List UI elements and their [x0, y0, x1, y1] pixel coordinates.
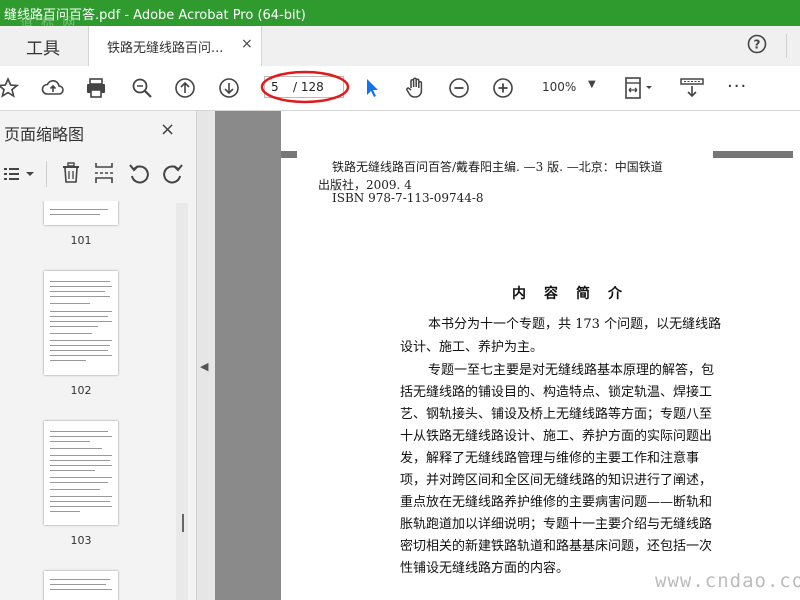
- body-line: 发，解释了无缝线路管理与维修的主要工作和注意事: [400, 451, 700, 466]
- body-line: 密切相关的新建铁路轨道和路基基床问题，还包括一次: [400, 539, 713, 554]
- body-line: 艺、钢轨接头、铺设及桥上无缝线路等方面；专题八至: [400, 407, 713, 422]
- collapse-panel-icon[interactable]: ◀: [200, 360, 208, 373]
- panel-title: 页面缩略图: [4, 125, 85, 144]
- rotate-cw-icon[interactable]: [161, 161, 185, 185]
- zoom-in-icon[interactable]: [491, 76, 515, 100]
- options-menu-icon[interactable]: [2, 163, 36, 185]
- red-annotation-ellipse: [260, 70, 350, 104]
- fit-page-icon[interactable]: [622, 76, 656, 100]
- chevron-down-icon: ▼: [588, 79, 596, 90]
- body-line: 重点放在无缝线路养护维修的主要病害问题——断轨和: [400, 495, 713, 510]
- panel-splitter[interactable]: [197, 111, 215, 600]
- main-toolbar: 5 / 128 100% ▼ ···: [0, 66, 800, 111]
- zoom-level-select[interactable]: 100% ▼: [530, 76, 606, 100]
- tab-document-label: 铁路无缝线路百问...: [107, 41, 224, 56]
- print-icon[interactable]: [84, 76, 108, 100]
- body-line: 性铺设无缝线路方面的内容。: [400, 561, 570, 576]
- thumbnail-page-number: 103: [70, 534, 92, 547]
- body-line: 本书分为十一个专题，共 173 个问题，以无缝线路: [428, 317, 722, 332]
- zoom-search-icon[interactable]: [130, 76, 154, 100]
- more-tools-button[interactable]: ···: [727, 76, 747, 97]
- page-thumbnail[interactable]: [44, 201, 118, 225]
- site-watermark-url: www.cndao.com: [655, 570, 800, 592]
- delete-icon[interactable]: [59, 161, 83, 185]
- tabbar-divider: [786, 34, 787, 58]
- page-down-icon[interactable]: [217, 76, 241, 100]
- body-line: 项，并对跨区间和全区间无缝线路的知识进行了阐述，: [400, 473, 713, 488]
- body-line: 胀轨跑道加以详细说明；专题十一主要介绍与无缝线路: [400, 517, 713, 532]
- svg-text:?: ?: [754, 38, 761, 52]
- thumbnail-page-number: 101: [70, 234, 92, 247]
- cip-line: 铁路无缝线路百问百答/戴春阳主编. —3 版. —北京：中国铁道: [332, 160, 663, 174]
- body-line: 专题一至七主要是对无缝线路基本原理的解答，包: [428, 363, 715, 378]
- body-line: 括无缝线路的铺设目的、构造特点、锁定轨温、焊接工: [400, 385, 713, 400]
- zoom-out-icon[interactable]: [447, 76, 471, 100]
- body-line: 十从铁路无缝线路设计、施工、养护方面的实际问题出: [400, 429, 713, 444]
- tab-bar: 工具 铁路无缝线路百问... × ?: [0, 26, 800, 67]
- select-arrow-icon[interactable]: [360, 76, 384, 100]
- cip-line: ISBN 978-7-113-09744-8: [332, 191, 484, 205]
- tab-document[interactable]: 铁路无缝线路百问... ×: [88, 26, 262, 67]
- zoom-level-value: 100%: [542, 80, 577, 94]
- star-icon[interactable]: [0, 76, 20, 100]
- thumbnail-scrollbar[interactable]: [176, 203, 188, 600]
- upload-cloud-icon[interactable]: [41, 76, 65, 100]
- panel-toolbar-divider: [46, 161, 47, 187]
- thumbnail-scrollbar-thumb[interactable]: [182, 514, 184, 532]
- page-top-bar: [281, 151, 297, 158]
- thumbnail-page-number: 102: [70, 384, 92, 397]
- rotate-ccw-icon[interactable]: [127, 161, 151, 185]
- thumbnails-panel: 页面缩略图 × 101 102 103: [0, 111, 197, 600]
- tab-tools-label: 工具: [26, 38, 60, 59]
- title-bar: 缝线路百问百答.pdf - Adobe Acrobat Pro (64-bit)…: [0, 0, 800, 31]
- page-thumbnail[interactable]: [44, 271, 118, 375]
- page-thumbnail[interactable]: [44, 421, 118, 525]
- hand-icon[interactable]: [403, 76, 427, 100]
- thumbnail-list: 101 102 103: [0, 201, 196, 600]
- tab-tools[interactable]: 工具: [0, 26, 86, 66]
- section-heading: 内容简介: [512, 286, 640, 302]
- body-line: 设计、施工、养护为主。: [400, 340, 544, 355]
- scroll-mode-icon[interactable]: [678, 76, 706, 100]
- panel-toolbar: [0, 159, 196, 189]
- help-icon[interactable]: ?: [747, 34, 767, 54]
- page-up-icon[interactable]: [173, 76, 197, 100]
- panel-close-button[interactable]: ×: [160, 119, 175, 140]
- tab-close-button[interactable]: ×: [241, 36, 253, 52]
- page-thumbnail[interactable]: [44, 571, 118, 600]
- page-top-bar: [713, 151, 793, 158]
- extract-icon[interactable]: [92, 161, 116, 185]
